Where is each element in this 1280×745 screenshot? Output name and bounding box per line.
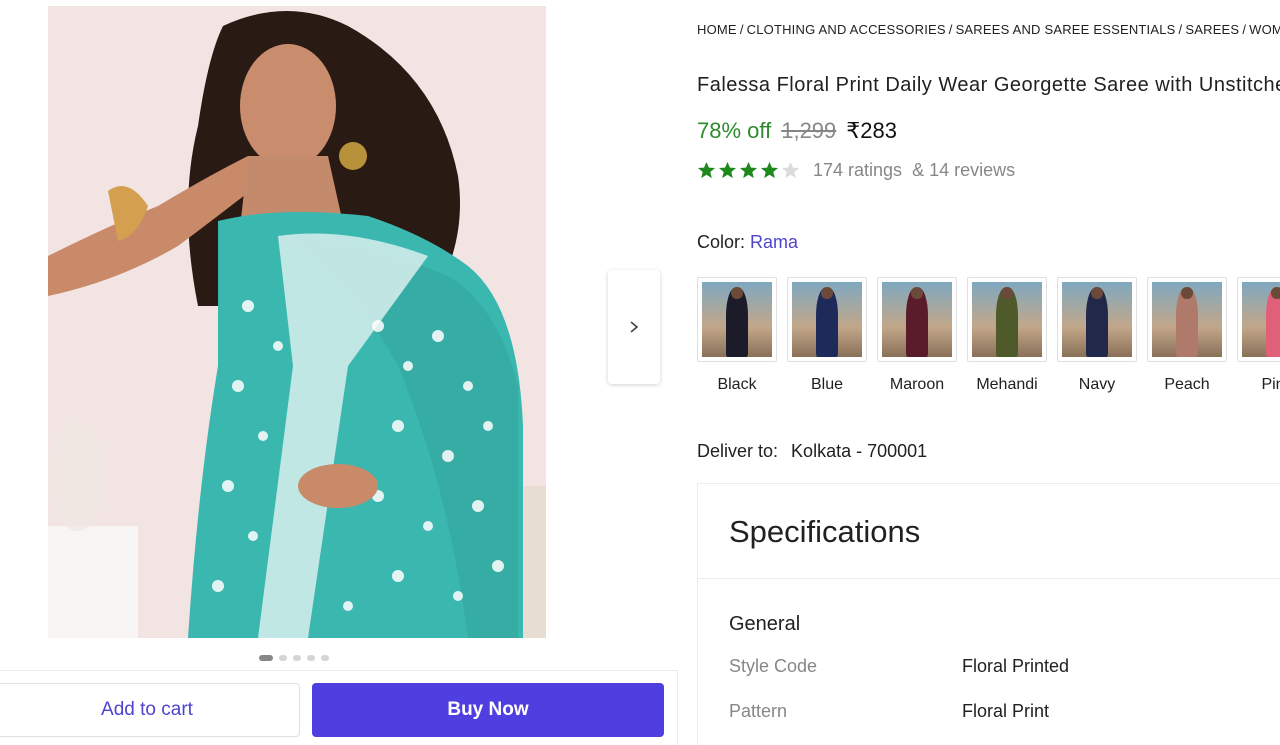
product-details: HOME / CLOTHING AND ACCESSORIES / SAREES AND… bbox=[697, 0, 1280, 745]
gallery-dot[interactable] bbox=[279, 655, 287, 661]
divider bbox=[698, 578, 1280, 579]
breadcrumb-home[interactable]: HOME bbox=[697, 22, 737, 37]
gallery-dot[interactable] bbox=[259, 655, 273, 661]
product-main-image[interactable] bbox=[48, 6, 546, 638]
gallery-next-button[interactable] bbox=[608, 270, 660, 384]
spec-value: Floral Printed bbox=[962, 656, 1070, 676]
spec-key: Pattern bbox=[729, 701, 788, 721]
gallery-dot[interactable] bbox=[307, 655, 315, 661]
color-swatch-label: Pink bbox=[1261, 376, 1280, 393]
gallery-pagination bbox=[259, 655, 329, 661]
color-swatches: Black Blue Maroon Mehandi Navy Peach Pink bbox=[697, 277, 1280, 394]
ratings-count[interactable]: 174 ratings bbox=[813, 160, 902, 181]
color-selector-label: Color: Rama bbox=[697, 232, 798, 253]
color-swatch-image bbox=[697, 277, 777, 362]
reviews-count[interactable]: & 14 reviews bbox=[912, 160, 1015, 181]
color-swatch-label: Mehandi bbox=[976, 376, 1038, 393]
color-swatch-label: Peach bbox=[1164, 376, 1210, 393]
star-empty-icon bbox=[781, 161, 800, 179]
color-swatch-image bbox=[877, 277, 957, 362]
rating-row: 174 ratings & 14 reviews bbox=[697, 160, 1015, 181]
price-row: 78% off 1,299 ₹283 bbox=[697, 118, 897, 144]
breadcrumb-clothing[interactable]: CLOTHING AND ACCESSORIES bbox=[747, 22, 946, 37]
color-swatch-image bbox=[1057, 277, 1137, 362]
purchase-actions: Add to cart Buy Now bbox=[0, 670, 678, 745]
color-swatch-image bbox=[967, 277, 1047, 362]
breadcrumb: HOME / CLOTHING AND ACCESSORIES / SAREES AND… bbox=[697, 22, 1280, 37]
product-title: Falessa Floral Print Daily Wear Georgett… bbox=[697, 74, 1280, 96]
product-gallery: Add to cart Buy Now bbox=[0, 0, 680, 745]
breadcrumb-sarees[interactable]: SAREES bbox=[1185, 22, 1239, 37]
color-swatch-image bbox=[1237, 277, 1280, 362]
star-filled-icon bbox=[718, 161, 737, 179]
discount-percent: 78% off bbox=[697, 118, 772, 143]
gallery-dot[interactable] bbox=[293, 655, 301, 661]
chevron-right-icon bbox=[630, 321, 639, 333]
color-swatch-label: Maroon bbox=[889, 376, 945, 393]
color-swatch-label: Navy bbox=[1078, 376, 1116, 393]
color-swatch-black[interactable]: Black bbox=[697, 277, 777, 394]
gallery-dot[interactable] bbox=[321, 655, 329, 661]
selected-color: Rama bbox=[750, 232, 799, 252]
specifications-panel: Specifications General Style Code Floral… bbox=[697, 483, 1280, 745]
color-swatch-label: Blue bbox=[810, 376, 844, 393]
spec-value: Floral Print bbox=[962, 701, 1050, 721]
color-swatch-label: Black bbox=[717, 376, 757, 393]
spec-row: Style Code Floral Printed bbox=[729, 656, 1269, 677]
color-swatch-navy[interactable]: Navy bbox=[1057, 277, 1137, 394]
rating-stars bbox=[697, 161, 800, 180]
saree-model-image bbox=[48, 6, 546, 638]
breadcrumb-women[interactable]: WOMEN bbox=[1249, 22, 1280, 37]
color-swatch-maroon[interactable]: Maroon bbox=[877, 277, 957, 394]
color-swatch-peach[interactable]: Peach bbox=[1147, 277, 1227, 394]
color-swatch-image bbox=[1147, 277, 1227, 362]
star-filled-icon bbox=[739, 161, 758, 179]
specifications-section-title: General bbox=[729, 613, 801, 635]
selling-price: ₹283 bbox=[846, 118, 897, 143]
color-swatch-mehandi[interactable]: Mehandi bbox=[967, 277, 1047, 394]
buy-now-button[interactable]: Buy Now bbox=[312, 683, 664, 737]
star-filled-icon bbox=[760, 161, 779, 179]
deliver-label: Deliver to: bbox=[697, 441, 779, 461]
original-price: 1,299 bbox=[781, 118, 837, 143]
spec-row: Pattern Floral Print bbox=[729, 701, 1269, 722]
color-swatch-pink[interactable]: Pink bbox=[1237, 277, 1280, 394]
breadcrumb-sarees-essentials[interactable]: SAREES AND SAREE ESSENTIALS bbox=[956, 22, 1176, 37]
color-label: Color: bbox=[697, 232, 746, 252]
color-swatch-image bbox=[787, 277, 867, 362]
delivery-info: Deliver to: Kolkata - 700001 bbox=[697, 441, 927, 462]
add-to-cart-button[interactable]: Add to cart bbox=[0, 683, 300, 737]
spec-key: Style Code bbox=[729, 656, 818, 676]
color-swatch-blue[interactable]: Blue bbox=[787, 277, 867, 394]
specifications-title: Specifications bbox=[729, 514, 921, 549]
star-filled-icon bbox=[697, 161, 716, 179]
delivery-location[interactable]: Kolkata - 700001 bbox=[791, 441, 927, 461]
